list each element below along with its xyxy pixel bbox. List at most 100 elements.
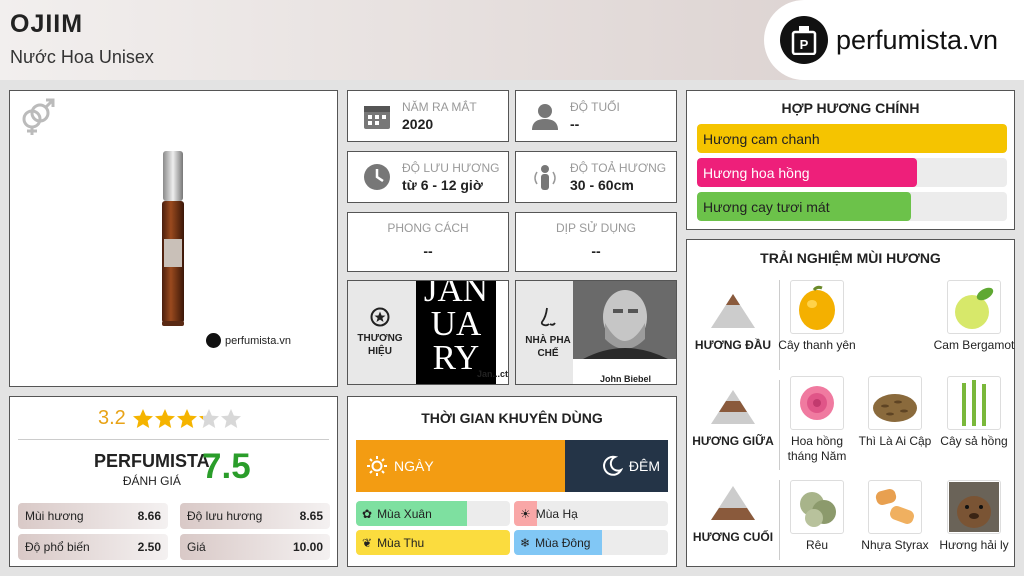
score-value: 7.5 (202, 447, 251, 486)
perfumer-label-line1: NHÀ PHA (525, 335, 571, 346)
person-icon (528, 99, 562, 133)
occasion-label: DỊP SỬ DỤNG (555, 221, 637, 235)
product-image-card: perfumista.vn (9, 90, 338, 387)
moss-image (790, 480, 844, 534)
stat-label: Giá (187, 540, 206, 554)
bergamot-image (947, 280, 1001, 334)
note-item[interactable]: Hoa hồng tháng Năm (776, 376, 858, 464)
season-autumn: ❦ Mùa Thu (356, 530, 510, 555)
occasion-card: DỊP SỬ DỤNG -- (515, 212, 677, 272)
brand-label-block: THƯƠNG HIỆU (352, 307, 408, 358)
stat-label: Độ lưu hương (187, 509, 263, 523)
stat-value: 2.50 (137, 540, 161, 554)
product-subtitle: Nước Hoa Unisex (10, 47, 154, 67)
note-item[interactable]: Cam Bergamot (933, 280, 1015, 353)
note-label: Cam Bergamot (933, 338, 1015, 352)
star-rating: 3.2 (98, 407, 242, 430)
flower-icon: ✿ (362, 506, 373, 521)
time-title: THỜI GIAN KHUYÊN DÙNG (421, 410, 603, 426)
note-label: Cây thanh yên (778, 338, 856, 352)
note-item[interactable]: Thì Là Ai Cập (854, 376, 936, 449)
note-label: Nhựa Styrax (861, 538, 929, 552)
moon-icon (601, 455, 623, 477)
perfumer-label-line2: CHẾ (537, 348, 559, 359)
note-item[interactable]: Hương hải ly (933, 480, 1015, 553)
perfumer-photo: John Biebel (573, 281, 676, 384)
calendar-icon (360, 99, 394, 133)
note-label: Thì Là Ai Cập (858, 434, 932, 448)
longevity-label: ĐỘ LƯU HƯƠNG (402, 161, 500, 175)
accord-fill-0: Hương cam chanh (697, 124, 1007, 153)
season-fill: ✿ Mùa Xuân (356, 501, 467, 526)
accord-bar-2: Hương cay tươi mát (697, 192, 1007, 221)
notes-title: TRẢI NGHIỆM MÙI HƯƠNG (760, 250, 941, 266)
stat-value: 8.65 (299, 509, 323, 523)
score-brand: PERFUMISTA (94, 451, 210, 471)
accord-bar-0: Hương cam chanh (697, 124, 1007, 153)
middle-notes-pyramid: HƯƠNG GIỮA (692, 388, 774, 448)
accords-card: HỢP HƯƠNG CHÍNH Hương cam chanh Hương ho… (686, 90, 1015, 230)
season-label: Mùa Xuân (377, 506, 432, 521)
product-name: OJIIM (10, 10, 84, 38)
sillage-value: 30 - 60cm (570, 177, 634, 193)
brand-logo-line2: UA (430, 304, 482, 343)
top-notes-pyramid: HƯƠNG ĐẦU (694, 292, 772, 352)
accord-fill-1: Hương hoa hồng (697, 158, 918, 187)
star-icon (198, 408, 219, 428)
stat-value: 10.00 (292, 540, 323, 554)
note-item[interactable]: Nhựa Styrax (854, 480, 936, 553)
day-bar: NGÀY (356, 440, 565, 492)
middle-notes-label: HƯƠNG GIỮA (692, 434, 774, 448)
style-card: PHONG CÁCH -- (347, 212, 509, 272)
top-notes-label: HƯƠNG ĐẦU (694, 338, 772, 352)
watermark-icon (206, 333, 221, 348)
stat-value: 8.66 (137, 509, 161, 523)
rose-image (790, 376, 844, 430)
svg-text:P: P (800, 37, 809, 52)
age-card: ĐỘ TUỔI -- (515, 90, 677, 142)
accord-bar-1: Hương hoa hồng (697, 158, 1007, 187)
longevity-value: từ 6 - 12 giờ (402, 177, 483, 193)
sillage-person-icon (528, 160, 562, 194)
season-spring: ✿ Mùa Xuân (356, 501, 510, 526)
unisex-icon (18, 97, 56, 142)
night-label: ĐÊM (628, 458, 660, 474)
perfumer-name: John Biebel (599, 374, 651, 384)
sillage-card: ĐỘ TOẢ HƯƠNG 30 - 60cm (515, 151, 677, 203)
score-subtitle: ĐÁNH GIÁ (122, 474, 181, 488)
stat-label: Mùi hương (25, 509, 84, 523)
perfume-bottle-image (160, 151, 186, 332)
style-label: PHONG CÁCH (387, 221, 469, 235)
beaver-image (947, 480, 1001, 534)
brand-logo-image: JAN UA RY Jan...ct (416, 281, 508, 384)
star-icon (132, 408, 153, 428)
note-item[interactable]: Cây sả hồng (933, 376, 1015, 449)
rating-card: 3.2 PERFUMISTA ĐÁNH GIÁ 7.5 Mùi hương 8.6… (9, 396, 338, 567)
accords-title: HỢP HƯƠNG CHÍNH (781, 100, 920, 116)
night-bar: ĐÊM (565, 440, 668, 492)
season-label: Mùa Hạ (535, 506, 578, 521)
brand-logo[interactable]: P perfumista.vn (764, 0, 1024, 80)
header: OJIIM Nước Hoa Unisex P perfumista.vn (0, 0, 1024, 80)
note-label: Cây sả hồng (940, 434, 1008, 448)
star-icon (154, 408, 175, 428)
logo-text: perfumista.vn (836, 24, 999, 55)
palmarosa-image (947, 376, 1001, 430)
stat-popularity: Độ phổ biến 2.50 (18, 534, 168, 560)
release-year-card: NĂM RA MẮT 2020 (347, 90, 509, 142)
brand-label-line2: HIỆU (368, 346, 392, 357)
divider (18, 439, 329, 440)
brand-card[interactable]: THƯƠNG HIỆU JAN UA RY Jan...ct (347, 280, 509, 385)
season-label: Mùa Thu (377, 535, 425, 550)
star-rating-value: 3.2 (98, 407, 126, 429)
sillage-label: ĐỘ TOẢ HƯƠNG (570, 161, 667, 175)
stat-label: Độ phổ biến (25, 540, 90, 554)
season-fill: ❦ Mùa Thu (356, 530, 510, 555)
note-item[interactable]: Rêu (776, 480, 858, 553)
perfumer-card[interactable]: NHÀ PHA CHẾ John Biebel (515, 280, 677, 385)
season-fill: ❄ Mùa Đông (514, 530, 602, 555)
age-label: ĐỘ TUỔI (570, 100, 620, 114)
season-winter: ❄ Mùa Đông (514, 530, 668, 555)
note-item[interactable]: Cây thanh yên (776, 280, 858, 353)
occasion-value: -- (591, 243, 601, 259)
